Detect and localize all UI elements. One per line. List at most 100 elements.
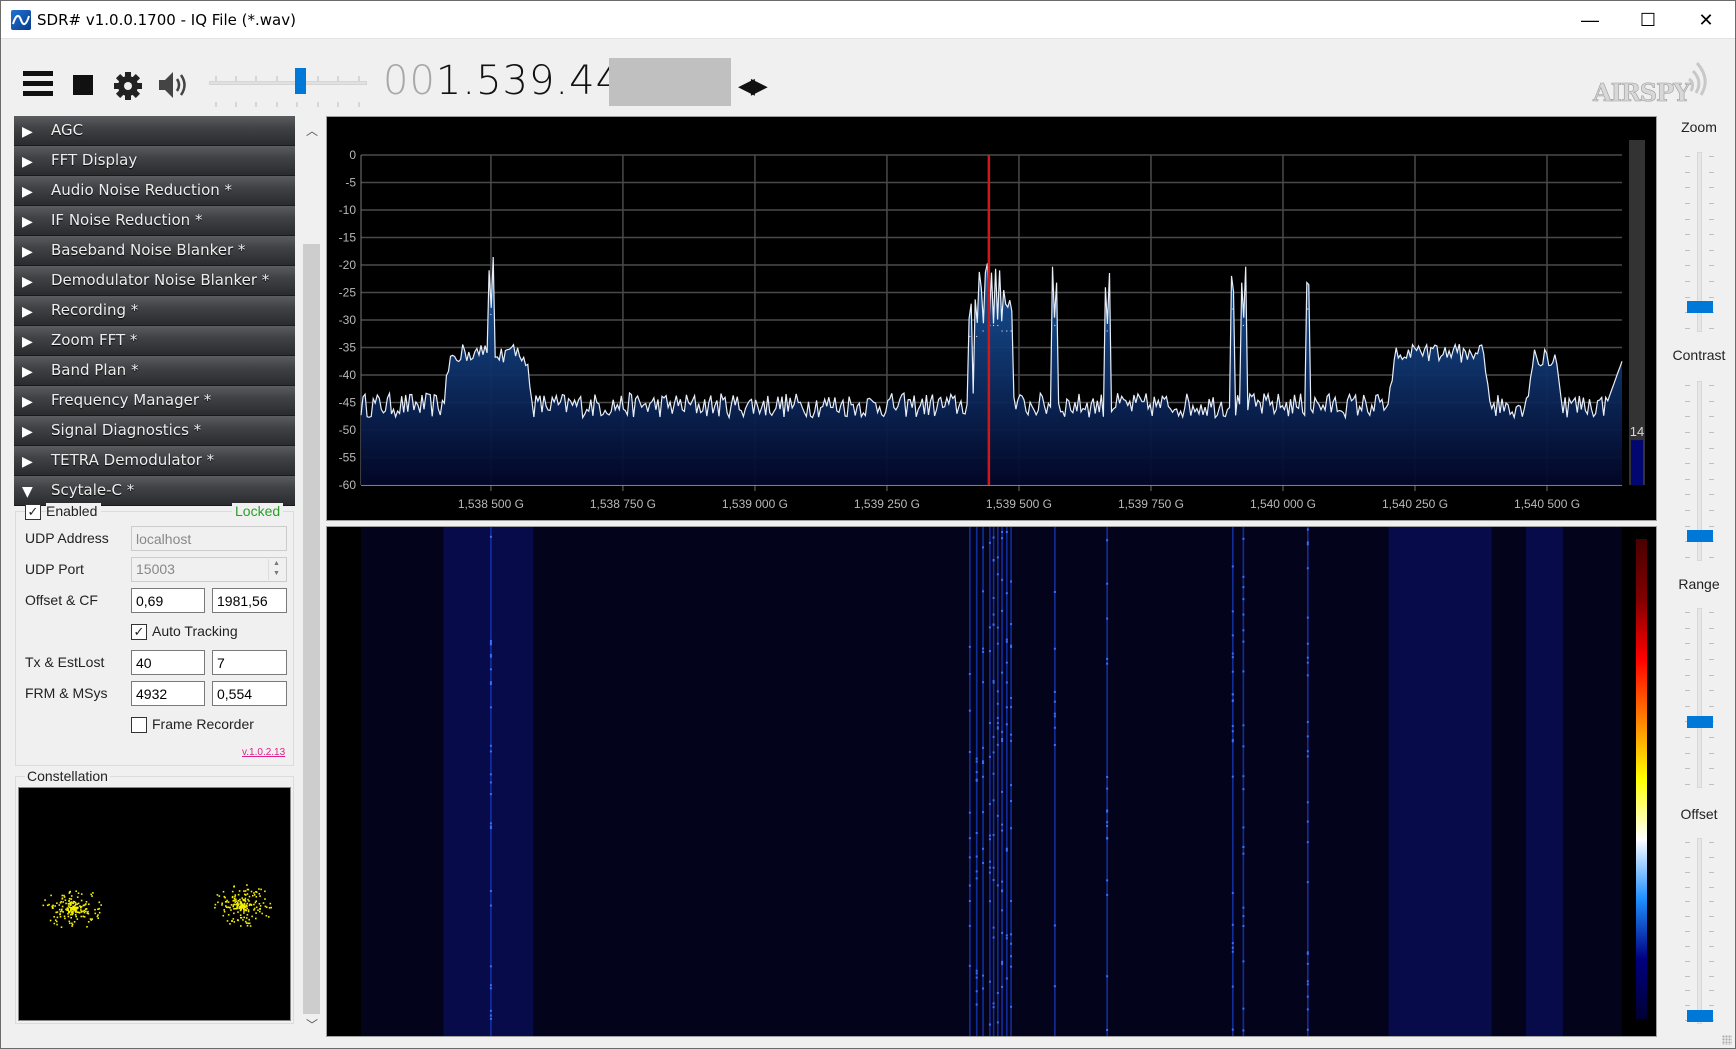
cf-input[interactable] xyxy=(212,588,287,613)
x-tick-label: 1,539 750 G xyxy=(1118,497,1184,511)
waterfall-speckle xyxy=(1306,543,1309,546)
constellation-symbol xyxy=(244,893,246,896)
frame-recorder-checkbox[interactable] xyxy=(131,717,147,733)
waterfall-speckle xyxy=(968,924,971,927)
stop-button[interactable] xyxy=(73,75,93,95)
constellation-symbol xyxy=(217,901,219,904)
waterfall-speckle xyxy=(1106,821,1109,824)
sidebar-item-demodulator-noise-blanker[interactable]: ▶ Demodulator Noise Blanker * xyxy=(14,266,295,296)
scrollbar-thumb[interactable] xyxy=(303,244,320,1014)
constellation-symbol xyxy=(242,919,244,921)
audio-button[interactable] xyxy=(157,69,191,101)
waterfall-chart[interactable] xyxy=(327,527,1656,1036)
maximize-button[interactable]: ☐ xyxy=(1619,1,1677,39)
waterfall-speckle xyxy=(1010,827,1013,830)
version-link[interactable]: v.1.0.2.13 xyxy=(242,747,285,758)
udp-port-input[interactable]: 15003 ▲ ▼ xyxy=(131,557,287,582)
slider-tick xyxy=(1685,557,1690,558)
constellation-symbol xyxy=(269,902,272,905)
sidebar-item-zoom-fft[interactable]: ▶ Zoom FFT * xyxy=(14,326,295,356)
enabled-checkbox[interactable]: ✓ xyxy=(25,504,41,520)
waterfall-speckle xyxy=(1053,924,1056,927)
constellation-symbol xyxy=(261,912,263,915)
spectrum-analyzer[interactable]: 0 -5 -10 -15 -20 -25 -30 -35 -40 -45 -50 -55 -60 1,53… xyxy=(326,116,1657,521)
waterfall-speckle xyxy=(489,781,492,784)
offset-input[interactable] xyxy=(131,588,205,613)
spectrum-peak xyxy=(997,324,999,327)
sidebar-item-fft-display[interactable]: ▶ FFT Display xyxy=(14,146,295,176)
frequency-hidden-digits xyxy=(609,58,731,106)
volume-ticks-top xyxy=(215,69,365,81)
slider-thumb[interactable] xyxy=(1687,1010,1713,1022)
sidebar-item-signal-diagnostics[interactable]: ▶ Signal Diagnostics * xyxy=(14,416,295,446)
volume-thumb[interactable] xyxy=(294,68,306,94)
constellation-symbol xyxy=(238,907,241,910)
slider-thumb[interactable] xyxy=(1687,715,1713,728)
sidebar-item-label: FFT Display xyxy=(51,151,138,169)
resize-grip-icon[interactable] xyxy=(1722,1035,1732,1045)
waterfall-speckle xyxy=(1010,623,1013,626)
auto-tracking-checkbox[interactable]: ✓ xyxy=(131,624,147,640)
volume-track[interactable] xyxy=(209,81,367,85)
sidebar-item-scytale-c[interactable]: ▼ Scytale-C * xyxy=(14,476,295,506)
slider-thumb[interactable] xyxy=(1687,530,1713,543)
waterfall-speckle xyxy=(1306,1028,1309,1031)
constellation-symbol xyxy=(268,916,270,918)
waterfall-speckle xyxy=(1005,681,1008,684)
sidebar-item-baseband-noise-blanker[interactable]: ▶ Baseband Noise Blanker * xyxy=(14,236,295,266)
sidebar-item-frequency-manager[interactable]: ▶ Frequency Manager * xyxy=(14,386,295,416)
frm-input[interactable] xyxy=(131,681,205,706)
y-tick-label: 0 xyxy=(349,148,356,162)
constellation-points xyxy=(42,884,272,928)
constellation-symbol xyxy=(223,910,226,913)
udp-port-spinner[interactable]: ▲ ▼ xyxy=(268,559,284,580)
sidebar-item-band-plan[interactable]: ▶ Band Plan * xyxy=(14,356,295,386)
frequency-value[interactable]: 1.539.44 xyxy=(436,58,622,104)
constellation-symbol xyxy=(59,913,61,916)
waterfall-speckle xyxy=(982,590,985,593)
estlost-input[interactable] xyxy=(212,650,287,675)
y-tick-label: -15 xyxy=(339,231,357,245)
scroll-up-icon[interactable]: ︿ xyxy=(306,122,318,139)
sidebar-item-recording[interactable]: ▶ Recording * xyxy=(14,296,295,326)
constellation-symbol xyxy=(97,908,99,910)
tune-step-arrows[interactable]: ◀▶ xyxy=(738,73,768,99)
sidebar-item-if-noise-reduction[interactable]: ▶ IF Noise Reduction * xyxy=(14,206,295,236)
waterfall-speckle xyxy=(1106,657,1109,660)
slider-tick xyxy=(1709,281,1714,283)
frequency-display[interactable]: 001.539.44 xyxy=(383,58,622,104)
spectrum-peak xyxy=(1010,330,1012,332)
constellation-symbol xyxy=(244,920,247,923)
slider-track[interactable] xyxy=(1697,608,1702,788)
minimize-button[interactable]: — xyxy=(1561,1,1619,39)
close-button[interactable]: ✕ xyxy=(1677,1,1735,39)
waterfall-carrier xyxy=(1106,527,1108,1036)
sidebar-scrollbar[interactable]: ︿ ﹀ xyxy=(302,116,321,1036)
msys-input[interactable] xyxy=(212,681,287,706)
waterfall-display[interactable] xyxy=(326,526,1657,1037)
slider-track[interactable] xyxy=(1697,838,1702,1024)
waterfall-speckle xyxy=(1306,951,1309,954)
waterfall-speckle xyxy=(996,722,999,725)
tx-input[interactable] xyxy=(131,650,205,675)
waterfall-speckle xyxy=(988,626,991,629)
settings-button[interactable] xyxy=(113,71,143,101)
sidebar-item-agc[interactable]: ▶ AGC xyxy=(14,116,295,146)
scroll-down-icon[interactable]: ﹀ xyxy=(306,1016,318,1033)
sidebar-item-tetra-demodulator[interactable]: ▶ TETRA Demodulator * xyxy=(14,446,295,476)
waterfall-speckle xyxy=(489,535,492,538)
sidebar-item-audio-noise-reduction[interactable]: ▶ Audio Noise Reduction * xyxy=(14,176,295,206)
y-tick-label: -50 xyxy=(339,423,357,437)
slider-tick xyxy=(1685,416,1690,418)
waterfall-speckle xyxy=(489,639,492,642)
slider-tick xyxy=(1685,431,1690,433)
constellation-symbol xyxy=(249,903,251,905)
menu-button[interactable] xyxy=(23,71,53,97)
constellation-symbol xyxy=(74,914,77,916)
spectrum-chart[interactable]: 0 -5 -10 -15 -20 -25 -30 -35 -40 -45 -50 -55 -60 1,53… xyxy=(327,117,1656,520)
x-tick-label: 1,540 500 G xyxy=(1514,497,1580,511)
slider-thumb[interactable] xyxy=(1687,301,1713,314)
constellation-symbol xyxy=(234,895,236,898)
udp-address-input[interactable] xyxy=(131,526,287,551)
constellation-symbol xyxy=(46,904,49,907)
